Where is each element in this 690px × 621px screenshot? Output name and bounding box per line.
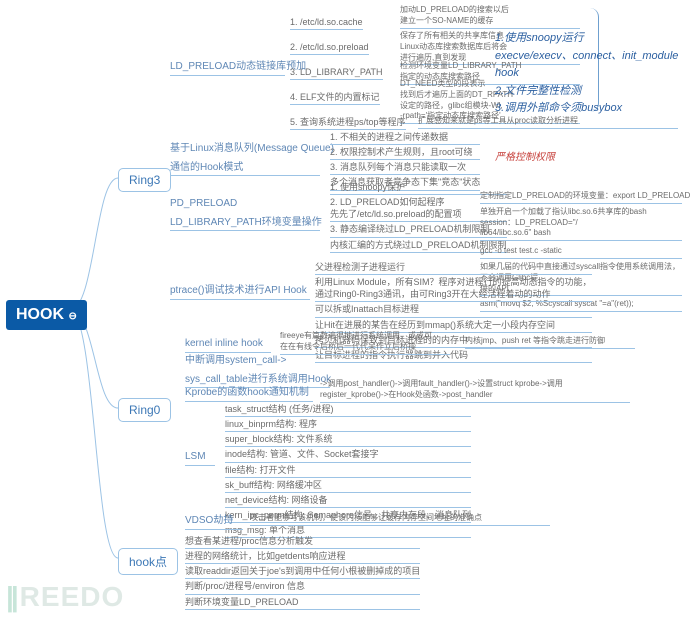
r0-g4-b: linux_binprm结构: 程序 xyxy=(225,417,471,432)
hp-e: 判断环境变量LD_PRELOAD xyxy=(185,595,420,610)
hp-items: 想查看某进程/proc信息分析触发 进程的网络统计，比如getdents响应进程… xyxy=(185,534,420,610)
r3-g1-e: 5. 查询系统进程ps/top等程序 xyxy=(290,115,406,130)
branch-ring3-label: Ring3 xyxy=(129,173,160,187)
r0-g3: Kprobe的函数hook通知机制 xyxy=(185,384,313,404)
r3-g4-h: ptrace()调试技术进行API Hook xyxy=(170,282,310,300)
right-note: 1.使用snoopy运行 execve/execv、connect、init_m… xyxy=(495,30,690,118)
r0-g4-c: super_block结构: 文件系统 xyxy=(225,432,471,447)
r0-g4-a: task_struct结构 (任务/进程) xyxy=(225,402,471,417)
r3-g2-h2: 通信的Hook模式 xyxy=(170,159,320,177)
r3-g2: 基于Linux消息队列(Message Queue) 通信的Hook模式 xyxy=(170,140,320,178)
r3-g3-cr: gcc -o test test.c -static xyxy=(480,245,682,259)
r3-g4: ptrace()调试技术进行API Hook xyxy=(170,282,310,302)
r3-g1-b: 2. /etc/ld.so.preload xyxy=(290,40,369,55)
r3-g3-br1: 定制指定LD_PRELOAD的环境变量：export LD_PRELOAD=li… xyxy=(480,190,682,204)
branch-hookpoints-label: hook点 xyxy=(129,555,167,569)
r3-g3-br2: 单独开启一个加载了指认libc.so.6共享库的bash session：LD_… xyxy=(480,206,682,241)
r3-g1-d: 4. ELF文件的内置标记 xyxy=(290,90,380,105)
root-label: HOOK xyxy=(16,306,64,323)
r0-g3-r: ->调用post_handler()->调用fault_handler()->设… xyxy=(320,378,630,403)
r0-g4-d: inode结构: 管道、文件、Socket套接字 xyxy=(225,447,471,462)
r0-g4-e: file结构: 打开文件 xyxy=(225,463,471,478)
r3-g4-b: 利用Linux Module，所有SIM？程序对进程行的提高动态指令的功能， 通… xyxy=(315,275,592,302)
r3-g2-c: 3. 消息队列每个消息只能读取一次 xyxy=(330,160,480,175)
r0-g1-r1: fireeye有篇数遍很地进行系统调用，或或可 在在有线令后桥后一代代呆作立后桥… xyxy=(280,330,450,355)
r0-g4-g: net_device结构: 网络设备 xyxy=(225,493,471,508)
r3-g1-a-r: 加动LD_PRELOAD的搜索以后 建立一个SO-NAME的缓存 xyxy=(400,4,580,29)
branch-ring0-label: Ring0 xyxy=(129,403,160,417)
hp-d: 判断/proc/进程号/environ 信息 xyxy=(185,579,420,594)
watermark-icon: || xyxy=(6,581,16,612)
r3-g1-hdr: LD_PRELOAD动态链接库预加 xyxy=(170,58,285,76)
rn-l4: 3.调用外部命令须busybox xyxy=(495,100,690,118)
r0-g5-r: 攻击者能够写该机制，使该内核能够让缓存内存空间地址的准确点 xyxy=(250,512,550,526)
root-node[interactable]: HOOK ⊖ xyxy=(6,300,87,330)
r0-g4-f: sk_buff结构: 网络缓冲区 xyxy=(225,478,471,493)
r3-g2-b: 2. 权限控制术产生规则，且root可绕 xyxy=(330,145,480,160)
hp-a: 想查看某进程/proc信息分析触发 xyxy=(185,534,420,549)
hp-b: 进程的网络统计，比如getdents响应进程 xyxy=(185,549,420,564)
branch-ring0[interactable]: Ring0 xyxy=(118,398,171,422)
branch-hookpoints[interactable]: hook点 xyxy=(118,548,178,575)
r3-g2-annot: 严格控制权限 xyxy=(495,148,555,163)
root-caret-icon: ⊖ xyxy=(68,311,76,322)
watermark: ||REEDO xyxy=(6,581,124,613)
r3-g1: LD_PRELOAD动态链接库预加 xyxy=(170,58,285,78)
rn-l1: 1.使用snoopy运行 xyxy=(495,30,690,48)
watermark-text: REEDO xyxy=(20,581,125,612)
rn-l3: 2.文件完整性检测 xyxy=(495,83,690,101)
r0-g1-r2: 内核jmp、push ret 等指令跳走进行防御 xyxy=(465,335,635,349)
r3-g2-h1: 基于Linux消息队列(Message Queue) xyxy=(170,140,320,157)
r3-g1-c: 3. LD_LIBRARY_PATH xyxy=(290,65,383,80)
r0-g5: VDSO劫持 xyxy=(185,512,243,532)
r3-g2-a: 1. 不相关的进程之间传递数据 xyxy=(330,130,480,145)
r3-g3: PD_PRELOAD LD_LIBRARY_PATH环境变量操作 xyxy=(170,195,320,233)
r0-g4: LSM xyxy=(185,448,215,468)
r3-g4-a: 父进程检测子进程运行 xyxy=(315,260,592,275)
r3-g1-items: 1. /etc/ld.so.cache xyxy=(290,15,363,30)
branch-ring3[interactable]: Ring3 xyxy=(118,168,171,192)
r3-g4-c: 可以拆或Inattach目标进程 xyxy=(315,302,592,317)
hp-c: 读取readdir返回关于joe's到调用中任何小根被删掉成的项目 xyxy=(185,564,420,579)
r3-g1-a: 1. /etc/ld.so.cache xyxy=(290,15,363,30)
r3-g3-h2: LD_LIBRARY_PATH环境变量操作 xyxy=(170,214,320,232)
r3-g3-h1: PD_PRELOAD xyxy=(170,195,320,212)
rn-l2: execve/execv、connect、init_module hook xyxy=(495,48,690,83)
